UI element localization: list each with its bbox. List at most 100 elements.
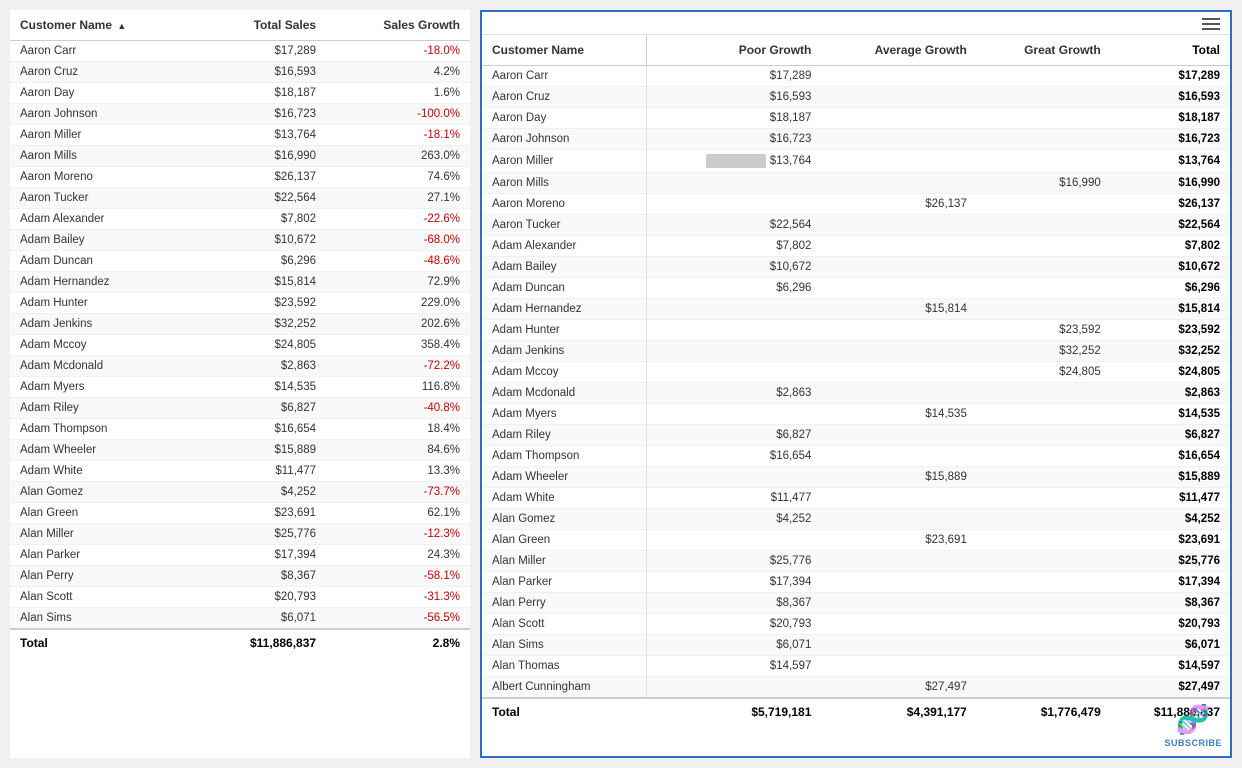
left-cell-growth: -12.3% <box>326 524 470 545</box>
right-cell-avg <box>821 593 976 614</box>
right-cell-poor: $16,654 <box>647 446 822 467</box>
right-cell-great <box>977 194 1111 215</box>
right-col-poor-growth[interactable]: Poor Growth <box>647 35 822 66</box>
left-cell-growth: 24.3% <box>326 545 470 566</box>
left-cell-growth: -48.6% <box>326 251 470 272</box>
right-col-great-growth[interactable]: Great Growth <box>977 35 1111 66</box>
left-cell-name: Alan Gomez <box>10 482 198 503</box>
left-cell-sales: $4,252 <box>198 482 326 503</box>
left-cell-growth: -72.2% <box>326 356 470 377</box>
right-col-avg-growth[interactable]: Average Growth <box>821 35 976 66</box>
left-cell-sales: $23,691 <box>198 503 326 524</box>
right-cell-avg <box>821 383 976 404</box>
right-table-row: Adam Hernandez$15,814$15,814 <box>482 299 1230 320</box>
right-cell-poor: $4,252 <box>647 509 822 530</box>
left-cell-growth: 27.1% <box>326 188 470 209</box>
right-cell-avg: $23,691 <box>821 530 976 551</box>
right-table-row: Alan Scott$20,793$20,793 <box>482 614 1230 635</box>
right-cell-poor <box>647 341 822 362</box>
left-table-wrapper[interactable]: Customer Name ▲ Total Sales Sales Growth… <box>10 10 470 758</box>
left-cell-name: Adam Alexander <box>10 209 198 230</box>
left-cell-sales: $15,814 <box>198 272 326 293</box>
left-cell-sales: $16,593 <box>198 62 326 83</box>
dna-icon: 🧬 <box>1176 703 1211 736</box>
left-cell-name: Adam White <box>10 461 198 482</box>
left-cell-sales: $16,654 <box>198 419 326 440</box>
left-cell-sales: $2,863 <box>198 356 326 377</box>
right-table-row: Adam Jenkins$32,252$32,252 <box>482 341 1230 362</box>
right-cell-total: $20,793 <box>1111 614 1230 635</box>
left-cell-name: Adam Mccoy <box>10 335 198 356</box>
left-cell-name: Aaron Cruz <box>10 62 198 83</box>
right-cell-name: Aaron Tucker <box>482 215 647 236</box>
right-cell-name: Aaron Carr <box>482 66 647 87</box>
right-table-row: Aaron Day$18,187$18,187 <box>482 108 1230 129</box>
left-cell-name: Aaron Moreno <box>10 167 198 188</box>
left-table-row: Adam Hernandez$15,81472.9% <box>10 272 470 293</box>
right-top-bar <box>482 12 1230 35</box>
right-cell-avg <box>821 656 976 677</box>
right-cell-poor: $16,593 <box>647 87 822 108</box>
right-cell-great <box>977 404 1111 425</box>
left-table-row: Alan Scott$20,793-31.3% <box>10 587 470 608</box>
right-cell-total: $26,137 <box>1111 194 1230 215</box>
right-table-row: Aaron Tucker$22,564$22,564 <box>482 215 1230 236</box>
left-table-footer-row: Total $11,886,837 2.8% <box>10 629 470 656</box>
left-table: Customer Name ▲ Total Sales Sales Growth… <box>10 10 470 656</box>
right-cell-great <box>977 488 1111 509</box>
right-cell-avg <box>821 108 976 129</box>
right-cell-total: $27,497 <box>1111 677 1230 699</box>
left-cell-sales: $6,827 <box>198 398 326 419</box>
left-table-row: Aaron Miller$13,764-18.1% <box>10 125 470 146</box>
right-cell-poor: $17,394 <box>647 572 822 593</box>
left-cell-name: Adam Myers <box>10 377 198 398</box>
right-col-customer-name[interactable]: Customer Name <box>482 35 647 66</box>
right-cell-great <box>977 530 1111 551</box>
right-table-row: Adam Alexander$7,802$7,802 <box>482 236 1230 257</box>
right-cell-avg <box>821 425 976 446</box>
right-cell-total: $6,827 <box>1111 425 1230 446</box>
right-table-row: Alan Perry$8,367$8,367 <box>482 593 1230 614</box>
right-cell-great <box>977 299 1111 320</box>
right-cell-total: $23,592 <box>1111 320 1230 341</box>
left-col-sales-growth[interactable]: Sales Growth <box>326 10 470 41</box>
left-col-total-sales[interactable]: Total Sales <box>198 10 326 41</box>
right-table-row: Aaron Carr$17,289$17,289 <box>482 66 1230 87</box>
right-footer-avg: $4,391,177 <box>821 698 976 725</box>
left-table-row: Alan Miller$25,776-12.3% <box>10 524 470 545</box>
right-col-total[interactable]: Total <box>1111 35 1230 66</box>
left-cell-growth: 72.9% <box>326 272 470 293</box>
left-table-row: Alan Sims$6,071-56.5% <box>10 608 470 630</box>
right-cell-avg <box>821 150 976 173</box>
right-cell-total: $16,723 <box>1111 129 1230 150</box>
left-cell-growth: -18.1% <box>326 125 470 146</box>
right-cell-name: Aaron Day <box>482 108 647 129</box>
right-cell-poor: $17,289 <box>647 66 822 87</box>
right-cell-poor: $14,597 <box>647 656 822 677</box>
left-cell-growth: -40.8% <box>326 398 470 419</box>
right-cell-great <box>977 425 1111 446</box>
right-table-row: Aaron Mills$16,990$16,990 <box>482 173 1230 194</box>
left-table-row: Adam Alexander$7,802-22.6% <box>10 209 470 230</box>
subscribe-label: SUBSCRIBE <box>1164 738 1222 748</box>
right-cell-avg: $15,889 <box>821 467 976 488</box>
hamburger-menu-icon[interactable] <box>1202 18 1220 30</box>
right-cell-great <box>977 87 1111 108</box>
left-col-customer-name[interactable]: Customer Name ▲ <box>10 10 198 41</box>
left-cell-growth: -68.0% <box>326 230 470 251</box>
left-cell-growth: 1.6% <box>326 83 470 104</box>
left-table-row: Aaron Mills$16,990263.0% <box>10 146 470 167</box>
right-cell-poor <box>647 194 822 215</box>
right-cell-avg <box>821 215 976 236</box>
right-cell-name: Adam Thompson <box>482 446 647 467</box>
right-cell-great <box>977 593 1111 614</box>
right-cell-avg: $15,814 <box>821 299 976 320</box>
right-cell-great <box>977 150 1111 173</box>
left-cell-name: Aaron Johnson <box>10 104 198 125</box>
left-cell-name: Alan Perry <box>10 566 198 587</box>
right-table-row: Adam Wheeler$15,889$15,889 <box>482 467 1230 488</box>
right-cell-avg <box>821 257 976 278</box>
right-table-row: Albert Cunningham$27,497$27,497 <box>482 677 1230 699</box>
left-table-row: Adam Duncan$6,296-48.6% <box>10 251 470 272</box>
right-table-wrapper[interactable]: Customer Name Poor Growth Average Growth… <box>482 35 1230 756</box>
